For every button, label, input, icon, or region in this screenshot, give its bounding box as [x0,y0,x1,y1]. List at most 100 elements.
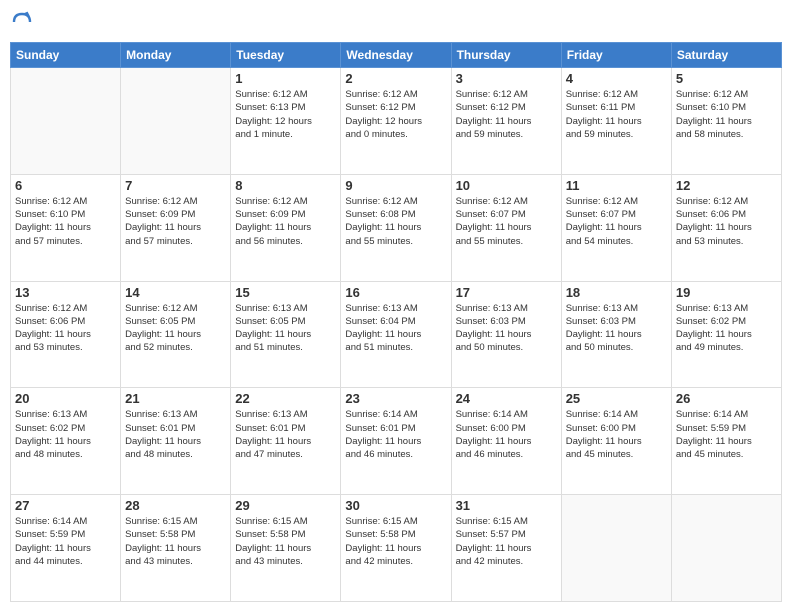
calendar-cell: 6Sunrise: 6:12 AM Sunset: 6:10 PM Daylig… [11,174,121,281]
day-info: Sunrise: 6:12 AM Sunset: 6:13 PM Dayligh… [235,88,336,141]
calendar-cell: 11 Sunrise: 6:12 AM Sunset: 6:07 PM Dayli… [561,174,671,281]
day-number: 25 [566,391,667,406]
day-number: 17 [456,285,557,300]
weekday-header-saturday: Saturday [671,43,781,68]
day-info: Sunrise: 6:13 AM Sunset: 6:01 PM Dayligh… [125,408,226,461]
day-number: 28 [125,498,226,513]
weekday-header-thursday: Thursday [451,43,561,68]
day-number: 13 [15,285,116,300]
day-number: 20 [15,391,116,406]
day-number: 27 [15,498,116,513]
calendar-cell [121,68,231,175]
day-info: Sunrise: 6:12 AM Sunset: 6:12 PM Dayligh… [345,88,446,141]
calendar-cell: 25Sunrise: 6:14 AM Sunset: 6:00 PM Dayli… [561,388,671,495]
calendar-cell: 23 Sunrise: 6:14 AM Sunset: 6:01 PM Dayli… [341,388,451,495]
day-number: 7 [125,178,226,193]
day-number: 1 [235,71,336,86]
day-number: 3 [456,71,557,86]
day-number: 12 [676,178,777,193]
day-info: Sunrise: 6:13 AM Sunset: 6:05 PM Dayligh… [235,302,336,355]
week-row-3: 13 Sunrise: 6:12 AM Sunset: 6:06 PM Dayli… [11,281,782,388]
day-info: Sunrise: 6:13 AM Sunset: 6:01 PM Dayligh… [235,408,336,461]
calendar-cell [671,495,781,602]
day-number: 14 [125,285,226,300]
day-number: 21 [125,391,226,406]
day-info: Sunrise: 6:13 AM Sunset: 6:03 PM Dayligh… [456,302,557,355]
day-number: 30 [345,498,446,513]
calendar-cell: 9 Sunrise: 6:12 AM Sunset: 6:08 PM Daylig… [341,174,451,281]
day-info: Sunrise: 6:12 AM Sunset: 6:11 PM Dayligh… [566,88,667,141]
calendar-cell: 28Sunrise: 6:15 AM Sunset: 5:58 PM Dayli… [121,495,231,602]
weekday-header-sunday: Sunday [11,43,121,68]
day-number: 11 [566,178,667,193]
calendar-cell: 17 Sunrise: 6:13 AM Sunset: 6:03 PM Dayli… [451,281,561,388]
weekday-header-tuesday: Tuesday [231,43,341,68]
day-info: Sunrise: 6:12 AM Sunset: 6:06 PM Dayligh… [676,195,777,248]
calendar-cell: 30 Sunrise: 6:15 AM Sunset: 5:58 PM Dayli… [341,495,451,602]
day-number: 23 [345,391,446,406]
weekday-header-row: SundayMondayTuesdayWednesdayThursdayFrid… [11,43,782,68]
week-row-2: 6Sunrise: 6:12 AM Sunset: 6:10 PM Daylig… [11,174,782,281]
day-number: 9 [345,178,446,193]
logo [10,10,38,34]
calendar-cell: 5Sunrise: 6:12 AM Sunset: 6:10 PM Daylig… [671,68,781,175]
calendar-cell: 31 Sunrise: 6:15 AM Sunset: 5:57 PM Dayli… [451,495,561,602]
day-number: 2 [345,71,446,86]
day-info: Sunrise: 6:15 AM Sunset: 5:58 PM Dayligh… [235,515,336,568]
day-number: 31 [456,498,557,513]
day-number: 15 [235,285,336,300]
logo-icon [10,10,34,34]
day-info: Sunrise: 6:13 AM Sunset: 6:02 PM Dayligh… [15,408,116,461]
calendar-cell: 12 Sunrise: 6:12 AM Sunset: 6:06 PM Dayli… [671,174,781,281]
day-number: 10 [456,178,557,193]
day-number: 8 [235,178,336,193]
calendar-cell: 18Sunrise: 6:13 AM Sunset: 6:03 PM Dayli… [561,281,671,388]
day-info: Sunrise: 6:12 AM Sunset: 6:09 PM Dayligh… [235,195,336,248]
calendar-cell: 19 Sunrise: 6:13 AM Sunset: 6:02 PM Dayli… [671,281,781,388]
day-info: Sunrise: 6:12 AM Sunset: 6:06 PM Dayligh… [15,302,116,355]
calendar-cell: 20 Sunrise: 6:13 AM Sunset: 6:02 PM Dayli… [11,388,121,495]
calendar-cell: 10 Sunrise: 6:12 AM Sunset: 6:07 PM Dayli… [451,174,561,281]
calendar-cell: 14Sunrise: 6:12 AM Sunset: 6:05 PM Dayli… [121,281,231,388]
weekday-header-friday: Friday [561,43,671,68]
calendar-cell: 7 Sunrise: 6:12 AM Sunset: 6:09 PM Daylig… [121,174,231,281]
day-number: 4 [566,71,667,86]
day-number: 19 [676,285,777,300]
calendar-cell: 21 Sunrise: 6:13 AM Sunset: 6:01 PM Dayli… [121,388,231,495]
calendar-cell: 16 Sunrise: 6:13 AM Sunset: 6:04 PM Dayli… [341,281,451,388]
calendar-cell: 26Sunrise: 6:14 AM Sunset: 5:59 PM Dayli… [671,388,781,495]
day-info: Sunrise: 6:13 AM Sunset: 6:04 PM Dayligh… [345,302,446,355]
day-info: Sunrise: 6:12 AM Sunset: 6:07 PM Dayligh… [566,195,667,248]
calendar-cell: 29Sunrise: 6:15 AM Sunset: 5:58 PM Dayli… [231,495,341,602]
day-info: Sunrise: 6:13 AM Sunset: 6:02 PM Dayligh… [676,302,777,355]
day-info: Sunrise: 6:12 AM Sunset: 6:07 PM Dayligh… [456,195,557,248]
day-info: Sunrise: 6:12 AM Sunset: 6:12 PM Dayligh… [456,88,557,141]
day-info: Sunrise: 6:12 AM Sunset: 6:09 PM Dayligh… [125,195,226,248]
weekday-header-wednesday: Wednesday [341,43,451,68]
day-number: 26 [676,391,777,406]
calendar-cell: 4 Sunrise: 6:12 AM Sunset: 6:11 PM Daylig… [561,68,671,175]
day-info: Sunrise: 6:14 AM Sunset: 6:01 PM Dayligh… [345,408,446,461]
calendar-cell: 24 Sunrise: 6:14 AM Sunset: 6:00 PM Dayli… [451,388,561,495]
day-info: Sunrise: 6:12 AM Sunset: 6:10 PM Dayligh… [676,88,777,141]
calendar-cell: 3 Sunrise: 6:12 AM Sunset: 6:12 PM Daylig… [451,68,561,175]
week-row-4: 20 Sunrise: 6:13 AM Sunset: 6:02 PM Dayli… [11,388,782,495]
day-info: Sunrise: 6:14 AM Sunset: 6:00 PM Dayligh… [456,408,557,461]
calendar-cell: 2 Sunrise: 6:12 AM Sunset: 6:12 PM Daylig… [341,68,451,175]
calendar-cell: 15 Sunrise: 6:13 AM Sunset: 6:05 PM Dayli… [231,281,341,388]
week-row-5: 27Sunrise: 6:14 AM Sunset: 5:59 PM Dayli… [11,495,782,602]
day-number: 16 [345,285,446,300]
calendar-cell: 1 Sunrise: 6:12 AM Sunset: 6:13 PM Daylig… [231,68,341,175]
day-info: Sunrise: 6:13 AM Sunset: 6:03 PM Dayligh… [566,302,667,355]
day-number: 24 [456,391,557,406]
calendar-cell [561,495,671,602]
calendar-cell: 8 Sunrise: 6:12 AM Sunset: 6:09 PM Daylig… [231,174,341,281]
day-info: Sunrise: 6:15 AM Sunset: 5:58 PM Dayligh… [345,515,446,568]
calendar-table: SundayMondayTuesdayWednesdayThursdayFrid… [10,42,782,602]
day-info: Sunrise: 6:15 AM Sunset: 5:57 PM Dayligh… [456,515,557,568]
day-info: Sunrise: 6:12 AM Sunset: 6:08 PM Dayligh… [345,195,446,248]
day-info: Sunrise: 6:12 AM Sunset: 6:10 PM Dayligh… [15,195,116,248]
day-number: 22 [235,391,336,406]
week-row-1: 1 Sunrise: 6:12 AM Sunset: 6:13 PM Daylig… [11,68,782,175]
calendar-cell: 22 Sunrise: 6:13 AM Sunset: 6:01 PM Dayli… [231,388,341,495]
